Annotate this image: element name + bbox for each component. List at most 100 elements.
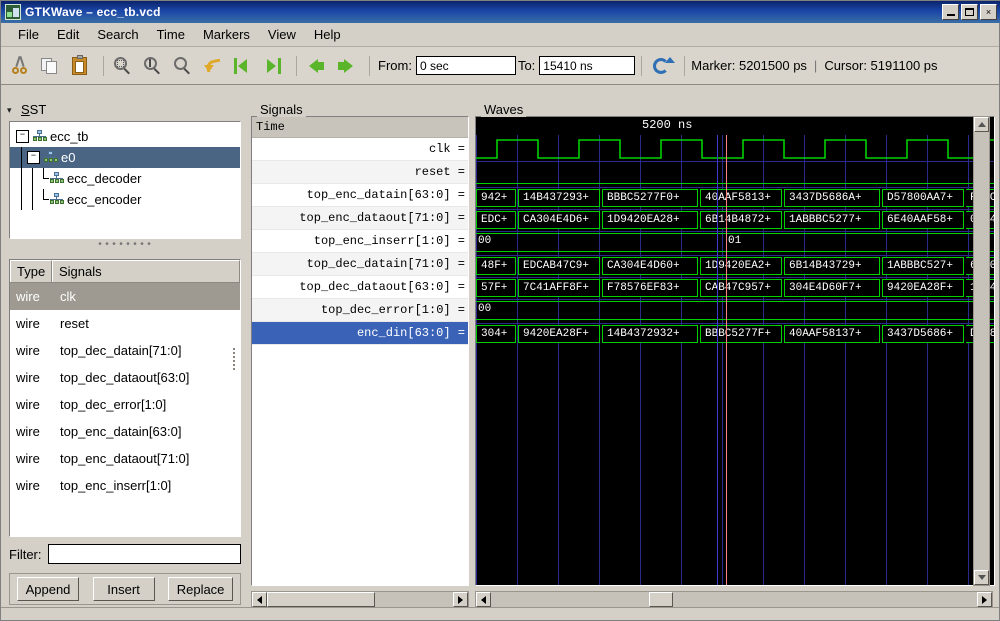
list-item[interactable]: wire top_enc_datain[63:0] bbox=[10, 418, 240, 445]
goto-start-icon[interactable] bbox=[230, 53, 256, 79]
signal-type: wire bbox=[16, 397, 40, 412]
list-item[interactable]: wire top_dec_dataout[63:0] bbox=[10, 364, 240, 391]
signal-name: reset bbox=[60, 316, 89, 331]
pane-splitter[interactable]: •••••••• bbox=[9, 241, 241, 251]
to-input[interactable]: 15410 ns bbox=[539, 56, 636, 75]
scroll-track[interactable] bbox=[267, 592, 453, 607]
bus-value: 57F+ bbox=[476, 279, 516, 297]
scroll-left-button[interactable] bbox=[476, 592, 491, 607]
waves-panel[interactable]: 5200 ns 942+ 14B437293+ BBBC5277F0+ 40AA… bbox=[475, 116, 995, 586]
sst-node-ecc_encoder[interactable]: ecc_encoder bbox=[10, 189, 240, 210]
list-item[interactable]: wire top_enc_dataout[71:0] bbox=[10, 445, 240, 472]
filter-row: Filter: bbox=[9, 541, 241, 567]
bus-value: EDC+ bbox=[476, 211, 516, 229]
window-controls: × bbox=[942, 4, 999, 20]
wave-canvas[interactable]: 5200 ns 942+ 14B437293+ BBBC5277F0+ 40AA… bbox=[476, 117, 994, 585]
menu-edit[interactable]: Edit bbox=[48, 25, 88, 44]
paste-icon[interactable] bbox=[67, 53, 93, 79]
signal-row[interactable]: top_dec_dataout[63:0] = bbox=[252, 276, 468, 299]
scroll-right-button[interactable] bbox=[453, 592, 468, 607]
menu-view[interactable]: View bbox=[259, 25, 305, 44]
sst-node-label: ecc_decoder bbox=[67, 171, 142, 186]
expander-icon[interactable]: − bbox=[16, 130, 29, 143]
minimize-button[interactable] bbox=[942, 4, 959, 20]
window-title: GTKWave – ecc_tb.vcd bbox=[25, 5, 161, 19]
list-item[interactable]: wire top_dec_datain[71:0] bbox=[10, 337, 240, 364]
bus-value: CA304E4D60+ bbox=[602, 257, 698, 275]
bus-value: 1ABBBC527+ bbox=[882, 257, 964, 275]
scroll-right-button[interactable] bbox=[977, 592, 992, 607]
menu-markers[interactable]: Markers bbox=[194, 25, 259, 44]
list-item[interactable]: wire top_enc_inserr[1:0] bbox=[10, 472, 240, 499]
expander-icon[interactable]: − bbox=[27, 151, 40, 164]
zoom-out-icon[interactable] bbox=[170, 53, 196, 79]
insert-button[interactable]: Insert bbox=[92, 577, 155, 601]
signal-row[interactable]: top_dec_datain[71:0] = bbox=[252, 253, 468, 276]
scroll-thumb[interactable] bbox=[267, 592, 375, 607]
scroll-left-button[interactable] bbox=[252, 592, 267, 607]
signal-row[interactable]: enc_din[63:0] = bbox=[252, 322, 468, 345]
cursor-readout: Cursor: 5191100 ps bbox=[824, 58, 938, 73]
signal-row[interactable]: top_dec_error[1:0] = bbox=[252, 299, 468, 322]
wave-row-top_enc_inserr: 00 01 bbox=[476, 232, 994, 254]
signals-panel[interactable]: Time clk = reset = top_enc_datain[63:0] … bbox=[251, 116, 469, 586]
signal-name: top_enc_dataout[71:0] bbox=[60, 451, 190, 466]
goto-end-icon[interactable] bbox=[260, 53, 286, 79]
cursor-line[interactable] bbox=[726, 135, 727, 585]
close-button[interactable]: × bbox=[980, 4, 997, 20]
list-item[interactable]: wire reset bbox=[10, 310, 240, 337]
signal-type: wire bbox=[16, 289, 40, 304]
signal-row[interactable]: top_enc_inserr[1:0] = bbox=[252, 230, 468, 253]
sst-node-e0[interactable]: − e0 bbox=[10, 147, 240, 168]
signal-list[interactable]: Type Signals wire clk wire reset wire to… bbox=[9, 259, 241, 537]
list-item[interactable]: wire top_dec_error[1:0] bbox=[10, 391, 240, 418]
toolbar-separator-5 bbox=[684, 55, 686, 76]
signal-row[interactable]: clk = bbox=[252, 138, 468, 161]
sst-node-label: ecc_tb bbox=[50, 129, 89, 144]
menu-bar: File Edit Search Time Markers View Help bbox=[1, 23, 999, 47]
sst-node-ecc_tb[interactable]: − ecc_tb bbox=[10, 126, 240, 147]
signal-type: wire bbox=[16, 478, 40, 493]
next-edge-icon[interactable] bbox=[333, 53, 359, 79]
zoom-fit-icon[interactable] bbox=[110, 53, 136, 79]
filter-input[interactable] bbox=[47, 544, 241, 564]
triangle-down-icon[interactable]: ▾ bbox=[7, 105, 12, 116]
signal-row[interactable]: reset = bbox=[252, 161, 468, 184]
cut-icon[interactable] bbox=[7, 53, 33, 79]
waves-horizontal-scrollbar[interactable] bbox=[475, 591, 993, 608]
copy-icon[interactable] bbox=[37, 53, 63, 79]
zoom-in-icon[interactable] bbox=[140, 53, 166, 79]
scroll-down-button[interactable] bbox=[974, 570, 989, 585]
menu-help[interactable]: Help bbox=[305, 25, 350, 44]
signal-row[interactable]: top_enc_datain[63:0] = bbox=[252, 184, 468, 207]
from-input[interactable]: 0 sec bbox=[415, 56, 516, 75]
maximize-button[interactable] bbox=[961, 4, 978, 20]
menu-time[interactable]: Time bbox=[148, 25, 194, 44]
undo-icon[interactable] bbox=[200, 53, 226, 79]
signals-horizontal-scrollbar[interactable] bbox=[251, 591, 469, 608]
column-signals[interactable]: Signals bbox=[52, 260, 240, 282]
scroll-thumb[interactable] bbox=[649, 592, 673, 607]
scroll-track[interactable] bbox=[491, 592, 977, 607]
signal-name: clk bbox=[60, 289, 76, 304]
signal-name: top_enc_datain[63:0] bbox=[60, 424, 182, 439]
resize-grip[interactable] bbox=[233, 346, 238, 376]
sst-tree-content: − ecc_tb − e0 ecc_decoder ecc_encoder bbox=[10, 122, 240, 238]
scroll-up-button[interactable] bbox=[974, 117, 989, 132]
waves-vertical-scrollbar[interactable] bbox=[973, 116, 990, 586]
list-item[interactable]: wire clk bbox=[10, 283, 240, 310]
replace-button[interactable]: Replace bbox=[167, 577, 234, 601]
signal-row[interactable]: top_enc_dataout[71:0] = bbox=[252, 207, 468, 230]
title-bar: GTKWave – ecc_tb.vcd × bbox=[1, 1, 1000, 23]
menu-search[interactable]: Search bbox=[88, 25, 147, 44]
sst-node-ecc_decoder[interactable]: ecc_decoder bbox=[10, 168, 240, 189]
prev-edge-icon[interactable] bbox=[303, 53, 329, 79]
status-bar bbox=[1, 607, 999, 620]
column-type[interactable]: Type bbox=[10, 260, 52, 282]
signal-name: top_dec_dataout[63:0] bbox=[60, 370, 190, 385]
tree-line bbox=[16, 147, 27, 168]
reload-icon[interactable] bbox=[648, 53, 676, 79]
menu-file[interactable]: File bbox=[9, 25, 48, 44]
sst-tree[interactable]: − ecc_tb − e0 ecc_decoder ecc_encoder bbox=[9, 121, 241, 239]
append-button[interactable]: Append bbox=[16, 577, 80, 601]
